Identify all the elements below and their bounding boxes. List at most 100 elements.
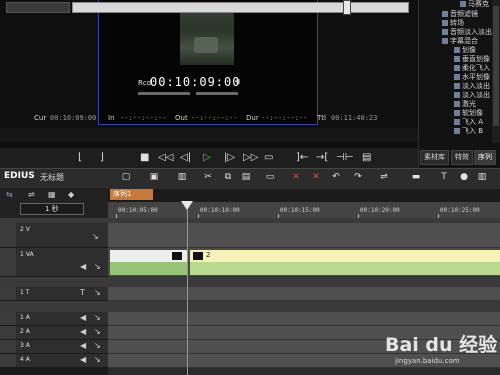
position-slider[interactable]	[72, 2, 409, 13]
watermark-logo: Bai du 经验	[385, 334, 498, 356]
set-in-icon[interactable]: ⌊	[78, 151, 82, 165]
rewind-button[interactable]: ◁◁	[158, 151, 173, 165]
track-header-2v[interactable]: 2 V ↘	[0, 223, 108, 248]
track-toggle[interactable]	[0, 248, 16, 276]
expand-icon[interactable]: ↘	[94, 313, 101, 322]
audio-clip[interactable]	[190, 262, 500, 275]
loop-button[interactable]: ▭	[264, 151, 273, 165]
track-header-1va[interactable]: 1 VA ◀ ↘	[0, 248, 108, 277]
track-lane-2v[interactable]	[108, 223, 500, 248]
set-out-icon[interactable]: ⌋	[100, 151, 104, 165]
speaker-icon[interactable]: ◀	[80, 313, 86, 322]
tab-bin[interactable]: 素材库	[420, 150, 449, 165]
expand-icon[interactable]: ↘	[94, 288, 101, 297]
video-subject	[194, 37, 218, 53]
effect-icon	[454, 119, 460, 125]
speaker-icon[interactable]: ◀	[80, 262, 86, 271]
fast-forward-button[interactable]: ▷▷	[243, 151, 258, 165]
track-header-3a[interactable]: 3 A ◀ ↘	[0, 340, 108, 354]
redo-icon[interactable]: ↷	[352, 170, 364, 184]
zoom-select[interactable]: 1 秒	[20, 203, 84, 215]
track-toggle[interactable]	[0, 354, 16, 367]
tree-item[interactable]: 激光	[454, 100, 476, 109]
sequence-tab[interactable]: 序列1	[110, 189, 153, 200]
tree-item[interactable]: 软划像	[454, 109, 483, 118]
title-track-icon: T	[80, 288, 85, 297]
new-sequence-icon[interactable]: ▢	[120, 170, 132, 184]
group-icon[interactable]: ▦	[48, 190, 56, 199]
panel-scrollbar[interactable]	[492, 0, 500, 143]
time-ruler[interactable]: 00:10:05:00 00:10:10:00 00:10:15:00 00:1…	[108, 202, 500, 219]
insert-icon[interactable]: ]←	[296, 151, 308, 165]
link-icon[interactable]: ⇌	[28, 190, 35, 199]
tab-sequence[interactable]: 序列	[474, 150, 496, 165]
playhead-handle[interactable]	[181, 201, 193, 210]
mic-icon[interactable]: ●	[458, 170, 470, 184]
tree-item[interactable]: 飞入 A	[454, 118, 483, 127]
tree-item[interactable]: 柔化飞入	[454, 64, 490, 73]
export-icon[interactable]: ▤	[362, 151, 371, 165]
tab-effects[interactable]: 特效	[451, 150, 473, 165]
undo-icon[interactable]: ↶	[330, 170, 342, 184]
tree-item[interactable]: 音频滤镜	[442, 10, 478, 19]
track-lane-1a[interactable]	[108, 312, 500, 326]
tree-item[interactable]: 转场	[442, 19, 464, 28]
track-header-2a[interactable]: 2 A ◀ ↘	[0, 326, 108, 340]
save-icon[interactable]: ▥	[176, 170, 188, 184]
effects-tree: 马赛克 音频滤镜 转场 音频淡入淡出 字幕混合 划像 垂直划像 柔化飞入 水平划…	[420, 0, 492, 143]
playhead[interactable]	[187, 210, 188, 375]
tree-item[interactable]: 马赛克	[460, 0, 489, 9]
expand-icon[interactable]: ↘	[94, 262, 101, 271]
expand-icon[interactable]: ↘	[94, 355, 101, 364]
snap-icon[interactable]: ◆	[68, 190, 74, 199]
step-back-button[interactable]: ◁|	[180, 151, 191, 165]
timeline-scrollbar[interactable]	[108, 368, 500, 375]
video-clip[interactable]	[190, 250, 500, 262]
ripple-mode-icon[interactable]: ⇌	[378, 170, 390, 184]
step-forward-button[interactable]: |▷	[224, 151, 235, 165]
ripple-delete-icon[interactable]: ✕	[310, 170, 322, 184]
track-toggle[interactable]	[0, 312, 16, 325]
track-header-4a[interactable]: 4 A ◀ ↘	[0, 354, 108, 368]
title-icon[interactable]: T	[438, 170, 450, 184]
replace-icon[interactable]: ⊣⊢	[336, 151, 353, 165]
play-button[interactable]: ▷	[203, 151, 211, 165]
speaker-icon[interactable]: ◀	[80, 341, 86, 350]
tree-item[interactable]: 音频淡入淡出	[442, 28, 492, 37]
expand-icon[interactable]: ↘	[94, 341, 101, 350]
tree-item[interactable]: 垂直划像	[454, 55, 490, 64]
speaker-icon[interactable]: ◀	[80, 355, 86, 364]
monitor-icon[interactable]: ▭	[264, 170, 276, 184]
marker-icon[interactable]: ▬	[410, 170, 422, 184]
jog-slider[interactable]	[6, 2, 70, 13]
track-lane-1t[interactable]	[108, 287, 500, 301]
audio-clip[interactable]	[110, 262, 188, 275]
stop-button[interactable]: ■	[140, 151, 149, 165]
expand-icon[interactable]: ↘	[94, 327, 101, 336]
track-toggle[interactable]	[0, 326, 16, 339]
tree-item[interactable]: 淡入淡出	[454, 82, 490, 91]
track-toggle[interactable]	[0, 223, 16, 247]
tree-item[interactable]: 淡入淡出	[454, 91, 490, 100]
tree-item[interactable]: 飞入 B	[454, 127, 483, 136]
folder-icon	[442, 20, 448, 26]
mixer-icon[interactable]: ▥	[476, 170, 488, 184]
tree-item[interactable]: 水平划像	[454, 73, 490, 82]
track-toggle[interactable]	[0, 340, 16, 353]
delete-icon[interactable]: ✕	[290, 170, 302, 184]
speaker-icon[interactable]: ◀	[80, 327, 86, 336]
overwrite-icon[interactable]: →[	[316, 151, 328, 165]
sync-icon[interactable]: ⇆	[6, 190, 13, 199]
expand-icon[interactable]: ↘	[92, 232, 99, 241]
position-handle[interactable]	[343, 0, 351, 15]
paste-icon[interactable]: ▤	[240, 170, 252, 184]
tree-item[interactable]: 字幕混合	[442, 37, 478, 46]
tree-item[interactable]: 划像	[454, 46, 476, 55]
copy-icon[interactable]: ⧉	[222, 170, 234, 184]
track-header-1t[interactable]: 1 T T ↘	[0, 287, 108, 301]
track-header-1a[interactable]: 1 A ◀ ↘	[0, 312, 108, 326]
open-icon[interactable]: ▣	[148, 170, 160, 184]
scrollbar-thumb[interactable]	[493, 6, 499, 126]
track-toggle[interactable]	[0, 287, 16, 300]
cut-icon[interactable]: ✂	[202, 170, 214, 184]
